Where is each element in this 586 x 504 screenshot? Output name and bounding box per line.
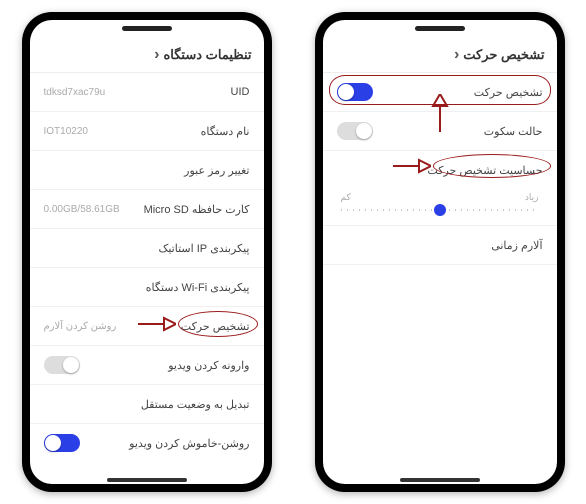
row-silent-mode[interactable]: حالت سکوت (323, 112, 557, 151)
screen-left: تنظیمات دستگاه ‹ UID tdksd7xac79u نام دس… (30, 20, 264, 484)
row-wifi[interactable]: پیکربندی Wi-Fi دستگاه (30, 268, 264, 307)
annotation-arrow-sensitivity (391, 157, 431, 175)
row-motion-toggle[interactable]: تشخیص حرکت (323, 73, 557, 112)
page-title: تشخیص حرکت (463, 47, 544, 63)
row-time-alarm[interactable]: آلارم زمانی (323, 226, 557, 265)
silent-toggle[interactable] (337, 122, 373, 140)
sd-label: کارت حافظه Micro SD (144, 203, 250, 216)
motion-toggle-label: تشخیص حرکت (474, 86, 543, 99)
device-name-value: IOT10220 (44, 126, 88, 137)
row-change-password[interactable]: تغییر رمز عبور (30, 151, 264, 190)
slider-label-high: زیاد (525, 192, 539, 203)
sd-value: 0.00GB/58.61GB (44, 204, 120, 215)
slider-label-low: کم (341, 192, 351, 203)
wifi-label: پیکربندی Wi-Fi دستگاه (146, 281, 250, 294)
sensitivity-slider[interactable] (341, 209, 539, 211)
phone-left: تنظیمات دستگاه ‹ UID tdksd7xac79u نام دس… (22, 12, 272, 492)
sensitivity-label: حساسیت تشخیص حرکت (427, 164, 542, 177)
change-pass-label: تغییر رمز عبور (184, 164, 249, 177)
slider-labels: زیاد کم (341, 192, 539, 203)
row-standalone[interactable]: تبدیل به وضعیت مستقل (30, 385, 264, 424)
header-right: تشخیص حرکت ‹ (323, 38, 557, 73)
motion-toggle[interactable] (337, 83, 373, 101)
back-icon[interactable]: ‹ (150, 46, 163, 64)
device-name-label: نام دستگاه (201, 125, 250, 138)
row-static-ip[interactable]: پیکربندی IP استاتیک (30, 229, 264, 268)
row-sd-card[interactable]: کارت حافظه Micro SD 0.00GB/58.61GB (30, 190, 264, 229)
flip-toggle[interactable] (44, 356, 80, 374)
row-sensitivity: حساسیت تشخیص حرکت (323, 151, 557, 182)
power-label: روشن-خاموش کردن ویدیو (129, 437, 249, 450)
page-title: تنظیمات دستگاه (163, 47, 251, 63)
row-uid[interactable]: UID tdksd7xac79u (30, 73, 264, 112)
phone-right: تشخیص حرکت ‹ تشخیص حرکت حالت سکوت حساسیت… (315, 12, 565, 492)
row-sensitivity-slider[interactable]: زیاد کم (323, 182, 557, 226)
row-flip-video[interactable]: وارونه کردن ویدیو (30, 346, 264, 385)
slider-thumb[interactable] (434, 204, 446, 216)
time-alarm-label: آلارم زمانی (491, 239, 542, 252)
header-left: تنظیمات دستگاه ‹ (30, 38, 264, 73)
row-power-video[interactable]: روشن-خاموش کردن ویدیو (30, 424, 264, 462)
ip-label: پیکربندی IP استاتیک (159, 242, 250, 255)
power-toggle[interactable] (44, 434, 80, 452)
row-motion-detect[interactable]: تشخیص حرکت روشن کردن آلارم (30, 307, 264, 346)
screen-right: تشخیص حرکت ‹ تشخیص حرکت حالت سکوت حساسیت… (323, 20, 557, 484)
flip-label: وارونه کردن ویدیو (168, 359, 249, 372)
motion-value: روشن کردن آلارم (44, 321, 117, 332)
annotation-arrow-motion (136, 315, 176, 333)
standalone-label: تبدیل به وضعیت مستقل (141, 398, 250, 411)
uid-label: UID (231, 86, 250, 98)
back-icon[interactable]: ‹ (450, 46, 463, 64)
row-device-name[interactable]: نام دستگاه IOT10220 (30, 112, 264, 151)
silent-label: حالت سکوت (484, 125, 543, 138)
uid-value: tdksd7xac79u (44, 87, 106, 98)
motion-label: تشخیص حرکت (181, 320, 250, 333)
